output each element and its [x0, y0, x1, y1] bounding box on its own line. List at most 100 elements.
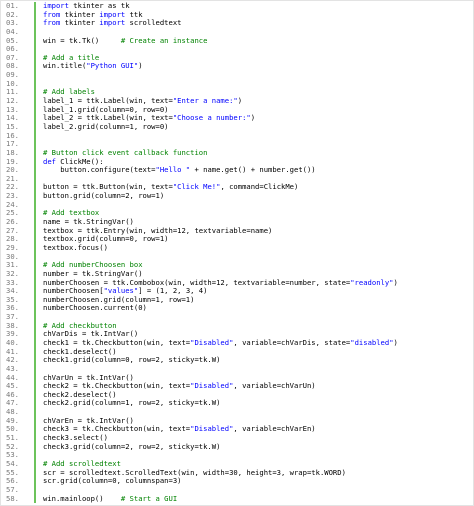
code-token: # Add a title — [43, 53, 100, 62]
code-text: numberChoosen = ttk.Combobox(win, width=… — [43, 279, 473, 288]
code-line: 01. import tkinter as tk — [1, 1, 473, 11]
gutter-bar — [34, 79, 36, 89]
code-token: check1.deselect() — [43, 347, 117, 356]
code-text: check1.deselect() — [43, 348, 473, 357]
gutter-bar — [34, 27, 36, 37]
code-text: button.configure(text="Hello " + name.ge… — [43, 166, 473, 175]
code-token: "readonly" — [350, 278, 394, 287]
code-text: name = tk.StringVar() — [43, 218, 473, 227]
code-text: label_2.grid(column=1, row=0) — [43, 123, 473, 132]
code-text: scr = scrolledtext.ScrolledText(win, wid… — [43, 469, 473, 478]
code-text: check1.grid(column=0, row=2, sticky=tk.W… — [43, 356, 473, 365]
code-line: 30. — [1, 252, 473, 262]
code-text: numberChoosen["values"] = (1, 2, 3, 4) — [43, 287, 473, 296]
code-text: from tkinter import ttk — [43, 11, 473, 20]
code-token: chVarUn = tk.IntVar() — [43, 373, 134, 382]
gutter-bar — [34, 434, 36, 443]
code-line: 40. check1 = tk.Checkbutton(win, text="Di… — [1, 338, 473, 348]
code-line: 24. — [1, 200, 473, 210]
gutter-bar — [34, 45, 36, 54]
code-line: 31. # Add numberChoosen box — [1, 261, 473, 270]
code-text: import tkinter as tk — [43, 2, 473, 11]
gutter-bar — [34, 373, 36, 383]
code-token: label_2.grid(column=1, row=0) — [43, 122, 169, 131]
code-text: def ClickMe(): — [43, 158, 473, 167]
code-line: 13. label_1.grid(column=0, row=0) — [1, 105, 473, 115]
code-token: # Start a GUI — [120, 494, 178, 503]
code-line: 51. check3.select() — [1, 433, 473, 443]
gutter-bar — [34, 468, 36, 478]
code-token: ) — [138, 62, 143, 71]
code-token: + name.get() + number.get()) — [190, 166, 316, 175]
code-line: 49. chVarEn = tk.IntVar() — [1, 416, 473, 426]
code-text: # Add textbox — [43, 209, 473, 218]
code-token: # Add labels — [43, 88, 95, 97]
code-line: 04. — [1, 27, 473, 37]
code-line: 41. check1.deselect() — [1, 347, 473, 357]
code-text: number = tk.StringVar() — [43, 270, 473, 279]
code-token: win.title( — [43, 62, 87, 71]
code-line: 22. button = ttk.Button(win, text="Click … — [1, 183, 473, 193]
code-line: 53. — [1, 451, 473, 460]
code-token: import — [99, 10, 126, 19]
code-token: # Add checkbutton — [43, 321, 117, 330]
code-token: textbox.focus() — [43, 243, 108, 252]
code-line: 37. — [1, 312, 473, 322]
code-line: 28. textbox.grid(column=0, row=1) — [1, 235, 473, 244]
code-text: check2.grid(column=1, row=2, sticky=tk.W… — [43, 399, 473, 408]
gutter-bar — [34, 485, 36, 495]
gutter-bar — [34, 382, 36, 391]
code-line: 46. check2.deselect() — [1, 390, 473, 400]
code-token: chVarDis = tk.IntVar() — [43, 330, 139, 339]
code-token: ) — [393, 338, 398, 347]
code-token: win = tk.Tk() — [43, 36, 121, 45]
code-token: numberChoosen = ttk.Combobox(win, width=… — [43, 278, 351, 287]
code-token: ) — [393, 278, 398, 287]
gutter-bar — [34, 148, 36, 158]
code-line: 18. # Button click event callback functio… — [1, 148, 473, 158]
gutter-bar — [34, 105, 36, 115]
code-line: 08. win.title("Python GUI") — [1, 62, 473, 72]
code-token: name = tk.StringVar() — [43, 218, 134, 227]
gutter-bar — [34, 53, 36, 63]
code-token: numberChoosen.grid(column=1, row=1) — [43, 295, 195, 304]
gutter-bar — [34, 442, 36, 452]
gutter-bar — [34, 62, 36, 72]
code-text: scr.grid(column=0, columnspan=3) — [43, 477, 473, 486]
code-token: ) — [250, 114, 256, 123]
code-token: chVarEn = tk.IntVar() — [43, 416, 134, 425]
code-line: 05. win = tk.Tk() # Create an instance — [1, 36, 473, 46]
gutter-bar — [34, 235, 36, 244]
code-line: 45. check2 = tk.Checkbutton(win, text="Di… — [1, 382, 473, 391]
code-line: 57. — [1, 485, 473, 495]
gutter-bar — [34, 10, 36, 20]
code-token: scr = scrolledtext.ScrolledText(win, wid… — [43, 468, 346, 477]
gutter-bar — [34, 269, 36, 279]
code-text: check2 = tk.Checkbutton(win, text="Disab… — [43, 382, 473, 391]
gutter-bar — [34, 88, 36, 98]
code-viewer: 01. import tkinter as tk 02. from tkinter i… — [0, 0, 474, 506]
code-line: 17. — [1, 140, 473, 149]
gutter-bar — [34, 200, 36, 210]
code-line: 44. chVarUn = tk.IntVar() — [1, 373, 473, 383]
code-text: check1 = tk.Checkbutton(win, text="Disab… — [43, 339, 473, 348]
code-token: "disabled" — [350, 338, 394, 347]
gutter-bar — [34, 425, 36, 435]
gutter-bar — [34, 321, 36, 331]
gutter-bar — [34, 252, 36, 262]
code-token: check3.select() — [43, 434, 108, 443]
code-line: 12. label_1 = ttk.Label(win, text="Enter … — [1, 96, 473, 106]
code-token: check2 = tk.Checkbutton(win, text= — [43, 382, 191, 391]
code-line: 26. name = tk.StringVar() — [1, 217, 473, 227]
code-token: scr.grid(column=0, columnspan=3) — [43, 477, 182, 486]
code-token: check2.grid(column=1, row=2, sticky=tk.W… — [43, 399, 221, 408]
code-token: "Enter a name:" — [172, 97, 238, 106]
code-line: 38. # Add checkbutton — [1, 321, 473, 331]
code-token: button = ttk.Button(win, text= — [43, 183, 173, 192]
gutter-bar — [34, 114, 36, 123]
code-token: "Python GUI" — [86, 62, 139, 71]
